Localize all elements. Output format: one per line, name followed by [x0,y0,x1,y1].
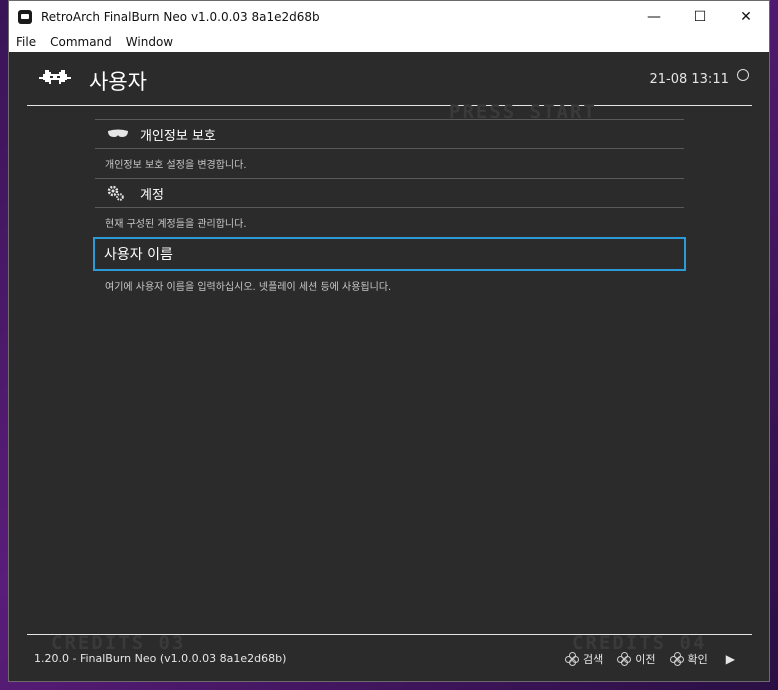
version-text: 1.20.0 - FinalBurn Neo (v1.0.0.03 8a1e2d… [34,652,287,665]
back-action[interactable]: 이전 [617,651,656,667]
search-action[interactable]: 검색 [565,651,603,667]
play-icon[interactable]: ▶ [726,652,735,666]
clock: 21-08 13:11 [649,69,749,87]
entry-label: 사용자 이름 [104,247,173,263]
footer-actions: 검색 이전 확인 ▶ [565,651,735,667]
entry-description: 여기에 사용자 이름을 입력하십시오. 넷플레이 세션 등에 사용됩니다. [105,282,392,293]
close-button[interactable]: ✕ [723,1,769,32]
menu-entry-privacy[interactable]: 개인정보 보호 개인정보 보호 설정을 변경합니다. [95,119,684,178]
minimize-button[interactable]: — [631,1,677,32]
gamepad-icon [669,652,684,666]
menu-window[interactable]: Window [119,35,180,49]
retroarch-window: RetroArch FinalBurn Neo v1.0.0.03 8a1e2d… [8,0,770,682]
window-title: RetroArch FinalBurn Neo v1.0.0.03 8a1e2d… [41,9,320,24]
entry-label: 계정 [140,187,164,203]
page-title: 사용자 [89,70,147,94]
footer-divider [27,634,752,635]
clock-icon [737,69,749,81]
entry-label: 개인정보 보호 [140,128,216,144]
clock-text: 21-08 13:11 [649,72,729,87]
entry-row-selected[interactable]: 사용자 이름 [93,237,686,271]
mask-icon [107,129,133,139]
entry-description: 현재 구성된 계정들을 관리합니다. [105,219,247,230]
retroarch-invader-icon [39,68,71,90]
menu-file[interactable]: File [9,35,43,49]
header-divider [27,105,752,106]
entry-row[interactable]: 개인정보 보호 [95,119,684,149]
gamepad-icon [565,652,580,666]
entry-row[interactable]: 계정 [95,178,684,208]
retroarch-app-icon [18,9,32,24]
settings-menu-list: 개인정보 보호 개인정보 보호 설정을 변경합니다. 계정 현재 구성된 계정들… [93,119,686,300]
retroarch-content: 사용자 21-08 13:11 PRESS START 개인정보 보호 개인정보… [9,52,769,681]
title-bar[interactable]: RetroArch FinalBurn Neo v1.0.0.03 8a1e2d… [9,1,769,32]
search-action-label: 검색 [583,653,604,666]
ok-action[interactable]: 확인 [669,651,708,667]
menu-entry-username[interactable]: 사용자 이름 여기에 사용자 이름을 입력하십시오. 넷플레이 세션 등에 사용… [93,237,686,300]
gamepad-icon [617,652,632,666]
menu-bar: File Command Window [9,32,769,52]
gears-icon [107,185,133,201]
entry-description: 개인정보 보호 설정을 변경합니다. [105,160,247,171]
maximize-button[interactable]: ☐ [677,1,723,32]
back-action-label: 이전 [635,653,656,666]
menu-command[interactable]: Command [43,35,119,49]
credits-left-watermark: CREDITS 03 [51,632,186,654]
menu-entry-accounts[interactable]: 계정 현재 구성된 계정들을 관리합니다. [95,178,684,237]
ok-action-label: 확인 [687,653,708,666]
